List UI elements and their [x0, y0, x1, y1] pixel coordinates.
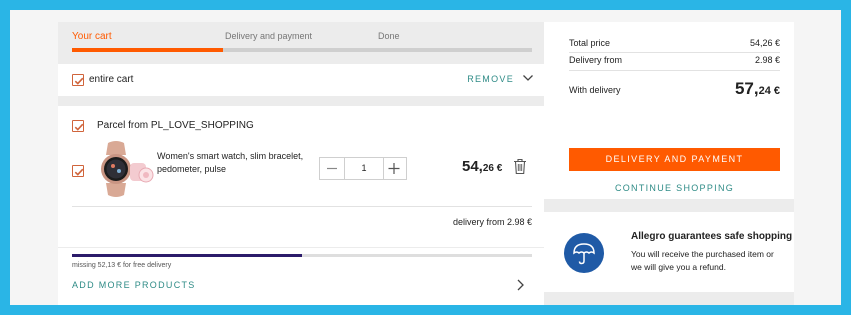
checkbox-icon — [74, 123, 84, 131]
guarantee-line-1: You will receive the purchased item or — [631, 249, 774, 259]
item-price: 54,26 € — [462, 158, 502, 175]
with-delivery-label: With delivery — [569, 85, 621, 95]
continue-shopping-link[interactable]: CONTINUE SHOPPING — [569, 183, 780, 193]
chevron-down-icon[interactable] — [522, 72, 534, 84]
plus-icon — [388, 163, 400, 174]
select-all-label: entire cart — [89, 74, 134, 85]
summary-divider — [569, 52, 780, 53]
total-price-label: Total price — [569, 38, 611, 48]
summary-divider — [569, 70, 780, 71]
free-delivery-missing-text: missing 52,13 € for free delivery — [72, 262, 172, 269]
product-thumbnail[interactable] — [98, 139, 156, 199]
summary-column: Total price 54,26 € Delivery from 2.98 €… — [544, 22, 794, 305]
chevron-right-icon[interactable] — [514, 278, 526, 292]
with-delivery-decimal: 24 € — [758, 85, 780, 97]
product-description[interactable]: Women's smart watch, slim bracelet, pedo… — [157, 150, 305, 176]
guarantee-badge — [564, 233, 604, 273]
guarantee-line-2: we will give you a refund. — [631, 262, 726, 272]
with-delivery-total: 57,24 € — [735, 79, 780, 99]
cart-column: Your cart Delivery and payment Done enti… — [58, 22, 546, 305]
guarantee-title: Allegro guarantees safe shopping — [631, 231, 793, 242]
total-price-value: 54,26 € — [749, 38, 780, 48]
delivery-from-row: Delivery from 2.98 € — [569, 55, 780, 65]
delivery-from-label: Delivery from — [569, 55, 623, 65]
umbrella-icon — [573, 243, 595, 265]
minus-icon — [327, 167, 337, 170]
step-track — [223, 48, 532, 52]
increase-quantity-button[interactable] — [382, 158, 406, 179]
item-price-main: 54, — [462, 158, 483, 175]
checkbox-icon — [74, 168, 84, 176]
select-all-checkbox[interactable] — [72, 74, 84, 86]
checkbox-icon — [74, 77, 84, 85]
parcel-divider — [72, 206, 532, 207]
step-track-active — [72, 48, 223, 52]
parcel-title: Parcel from PL_LOVE_SHOPPING — [97, 120, 254, 131]
quantity-stepper: 1 — [319, 157, 407, 180]
remove-button[interactable]: REMOVE — [467, 74, 514, 84]
step-delivery-and-payment: Delivery and payment — [225, 31, 313, 41]
delivery-and-payment-button[interactable]: DELIVERY AND PAYMENT — [569, 148, 780, 171]
parcel-panel: Parcel from PL_LOVE_SHOPPING Women's sma… — [58, 106, 546, 247]
step-your-cart[interactable]: Your cart — [72, 31, 112, 42]
safe-shopping-guarantee: Allegro guarantees safe shopping You wil… — [544, 212, 794, 292]
item-price-decimal: 26 € — [482, 163, 503, 174]
with-delivery-main: 57, — [734, 79, 759, 98]
parcel-delivery-from: delivery from 2.98 € — [452, 217, 532, 227]
decrease-quantity-button[interactable] — [320, 158, 344, 179]
checkout-steps: Your cart Delivery and payment Done — [58, 22, 546, 64]
order-summary: Total price 54,26 € Delivery from 2.98 €… — [544, 22, 794, 199]
item-checkbox[interactable] — [72, 165, 84, 177]
delivery-from-value: 2.98 € — [754, 55, 780, 65]
total-price-row: Total price 54,26 € — [569, 38, 780, 48]
step-done: Done — [378, 31, 400, 41]
free-delivery-progress — [72, 254, 532, 257]
quantity-input[interactable]: 1 — [344, 158, 384, 179]
free-delivery-panel: missing 52,13 € for free delivery ADD MO… — [58, 248, 546, 305]
trash-icon[interactable] — [513, 158, 527, 175]
cart-page: Your cart Delivery and payment Done enti… — [10, 10, 841, 305]
add-more-products-link[interactable]: ADD MORE PRODUCTS — [72, 280, 196, 290]
parcel-checkbox[interactable] — [72, 120, 84, 132]
free-delivery-progress-fill — [72, 254, 302, 257]
select-all-row: entire cart REMOVE — [58, 64, 546, 96]
screenshot-frame: Your cart Delivery and payment Done enti… — [0, 0, 851, 315]
